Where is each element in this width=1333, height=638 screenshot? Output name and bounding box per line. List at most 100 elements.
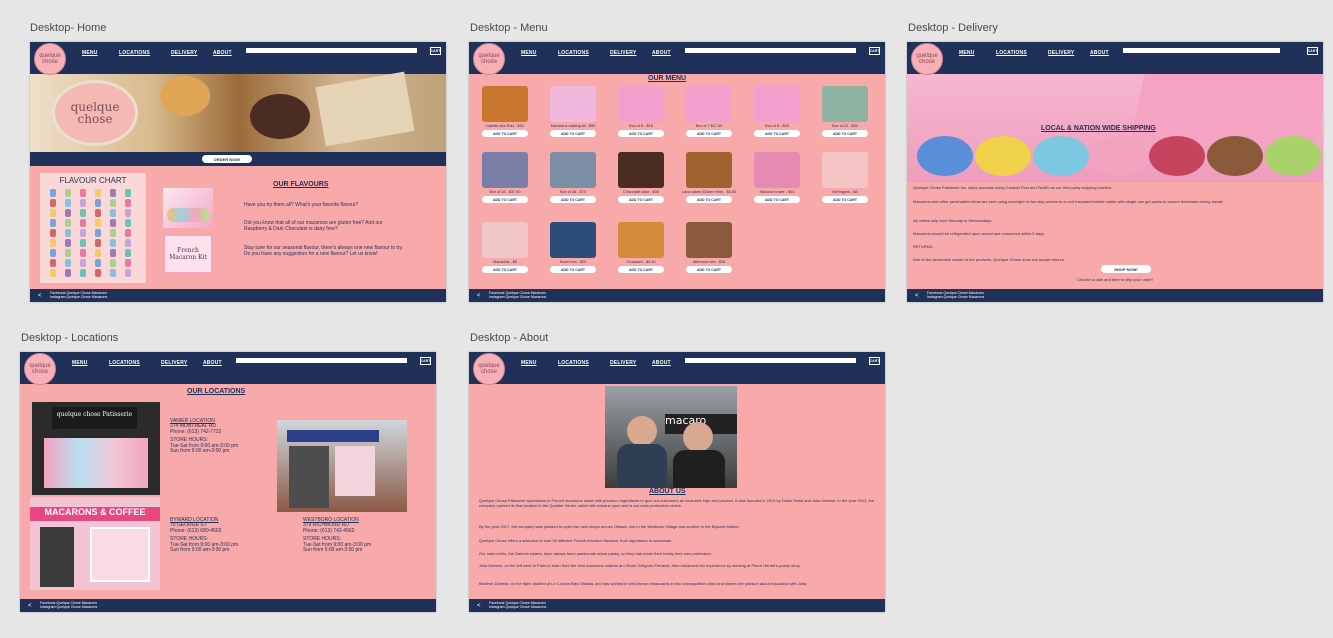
logo[interactable]: quelque chose	[473, 43, 505, 75]
cart-button[interactable]: CART	[869, 47, 880, 55]
product-image[interactable]	[822, 152, 868, 188]
product-image[interactable]	[754, 152, 800, 188]
logo[interactable]: quelque chose	[34, 43, 66, 75]
order-now-button[interactable]: ORDER NOW!	[202, 155, 252, 163]
nav-delivery[interactable]: DELIVERY	[610, 50, 636, 56]
product-card[interactable]: Lava cakes (Gluten free) - $5.50 ADD TO C…	[679, 152, 739, 203]
add-to-cart-button[interactable]: ADD TO CART	[754, 196, 800, 203]
product-image[interactable]	[482, 152, 528, 188]
nav-delivery[interactable]: DELIVERY	[610, 360, 636, 366]
nav-locations[interactable]: LOCATIONS	[558, 50, 589, 56]
logo[interactable]: quelque chose	[24, 353, 56, 385]
product-card[interactable]: Afternoon tea - $36 ADD TO CART	[679, 222, 739, 273]
share-icon[interactable]: <	[38, 293, 42, 299]
artboard-about[interactable]: quelque chose MENU LOCATIONS DELIVERY AB…	[469, 352, 885, 612]
artboard-locations[interactable]: quelque chose MENU LOCATIONS DELIVERY AB…	[20, 352, 436, 612]
search-input[interactable]	[685, 48, 856, 53]
add-to-cart-button[interactable]: ADD TO CART	[482, 130, 528, 137]
add-to-cart-button[interactable]: ADD TO CART	[686, 196, 732, 203]
nav-menu[interactable]: MENU	[72, 360, 88, 366]
product-card[interactable]: Kusmi tea - $20 ADD TO CART	[543, 222, 603, 273]
product-card[interactable]: Box of 12 - $30 ADD TO CART	[815, 86, 875, 137]
product-card[interactable]: Box of 7 $17.50 ADD TO CART	[679, 86, 739, 137]
logo[interactable]: quelque chose	[911, 43, 943, 75]
search-input[interactable]	[246, 48, 417, 53]
add-to-cart-button[interactable]: ADD TO CART	[618, 196, 664, 203]
product-card[interactable]: Croissant - $3.40 ADD TO CART	[611, 222, 671, 273]
nav-locations[interactable]: LOCATIONS	[996, 50, 1027, 56]
nav-about[interactable]: ABOUT	[213, 50, 232, 56]
product-card[interactable]: Macarinis - $5 ADD TO CART	[475, 222, 535, 273]
add-to-cart-button[interactable]: ADD TO CART	[618, 266, 664, 273]
nav-locations[interactable]: LOCATIONS	[558, 360, 589, 366]
nav-menu[interactable]: MENU	[521, 50, 537, 56]
share-icon[interactable]: <	[28, 603, 32, 609]
nav-about[interactable]: ABOUT	[203, 360, 222, 366]
logo[interactable]: quelque chose	[473, 353, 505, 385]
add-to-cart-button[interactable]: ADD TO CART	[822, 196, 868, 203]
artboard-menu[interactable]: quelque chose MENU LOCATIONS DELIVERY AB…	[469, 42, 885, 302]
artboard-title-about[interactable]: Desktop - About	[470, 332, 548, 344]
add-to-cart-button[interactable]: ADD TO CART	[482, 196, 528, 203]
product-image[interactable]	[618, 86, 664, 122]
cart-button[interactable]: CART	[1307, 47, 1318, 55]
add-to-cart-button[interactable]: ADD TO CART	[550, 130, 596, 137]
nav-delivery[interactable]: DELIVERY	[161, 360, 187, 366]
artboard-delivery[interactable]: quelque chose MENU LOCATIONS DELIVERY AB…	[907, 42, 1323, 302]
add-to-cart-button[interactable]: ADD TO CART	[822, 130, 868, 137]
product-image[interactable]	[686, 222, 732, 258]
product-card[interactable]: Meringues - $5 ADD TO CART	[815, 152, 875, 203]
footer-instagram[interactable]: Instagram Quelque Chose Macarons	[489, 295, 546, 299]
product-card[interactable]: Box of 28 - $70 ADD TO CART	[543, 152, 603, 203]
product-image[interactable]	[550, 152, 596, 188]
product-image[interactable]	[550, 86, 596, 122]
search-input[interactable]	[1123, 48, 1280, 53]
share-icon[interactable]: <	[477, 293, 481, 299]
product-card[interactable]: Box of 15 - $37.50 ADD TO CART	[475, 152, 535, 203]
product-image[interactable]	[618, 152, 664, 188]
product-image[interactable]	[618, 222, 664, 258]
shop-now-button[interactable]: SHOP NOW!	[1101, 265, 1151, 273]
nav-locations[interactable]: LOCATIONS	[119, 50, 150, 56]
product-image[interactable]	[482, 86, 528, 122]
product-card[interactable]: Chocolate cake - $35 ADD TO CART	[611, 152, 671, 203]
add-to-cart-button[interactable]: ADD TO CART	[754, 130, 800, 137]
artboard-title-home[interactable]: Desktop- Home	[30, 22, 106, 34]
add-to-cart-button[interactable]: ADD TO CART	[686, 130, 732, 137]
product-card[interactable]: Macarons making kit - $59 ADD TO CART	[543, 86, 603, 137]
search-input[interactable]	[236, 358, 407, 363]
footer-instagram[interactable]: Instagram Quelque Chose Macarons	[489, 605, 546, 609]
nav-about[interactable]: ABOUT	[1090, 50, 1109, 56]
nav-locations[interactable]: LOCATIONS	[109, 360, 140, 366]
product-card[interactable]: Box of 8 - $20 ADD TO CART	[747, 86, 807, 137]
artboard-home[interactable]: quelque chose MENU LOCATIONS DELIVERY AB…	[30, 42, 446, 302]
product-image[interactable]	[550, 222, 596, 258]
cart-button[interactable]: CART	[869, 357, 880, 365]
nav-about[interactable]: ABOUT	[652, 50, 671, 56]
artboard-title-delivery[interactable]: Desktop - Delivery	[908, 22, 998, 34]
nav-menu[interactable]: MENU	[82, 50, 98, 56]
nav-delivery[interactable]: DELIVERY	[1048, 50, 1074, 56]
add-to-cart-button[interactable]: ADD TO CART	[482, 266, 528, 273]
product-card[interactable]: Macaron tower - $44 ADD TO CART	[747, 152, 807, 203]
nav-delivery[interactable]: DELIVERY	[171, 50, 197, 56]
product-image[interactable]	[482, 222, 528, 258]
add-to-cart-button[interactable]: ADD TO CART	[686, 266, 732, 273]
product-image[interactable]	[822, 86, 868, 122]
product-card[interactable]: Box of 6 - $15 ADD TO CART	[611, 86, 671, 137]
share-icon[interactable]: <	[477, 603, 481, 609]
artboard-title-menu[interactable]: Desktop - Menu	[470, 22, 548, 34]
product-image[interactable]	[686, 86, 732, 122]
footer-instagram[interactable]: Instagram Quelque Chose Macarons	[50, 295, 107, 299]
footer-instagram[interactable]: Instagram Quelque Chose Macarons	[927, 295, 984, 299]
add-to-cart-button[interactable]: ADD TO CART	[550, 196, 596, 203]
nav-about[interactable]: ABOUT	[652, 360, 671, 366]
product-image[interactable]	[686, 152, 732, 188]
cart-button[interactable]: CART	[420, 357, 431, 365]
footer-instagram[interactable]: Instagram Quelque Chose Macarons	[40, 605, 97, 609]
add-to-cart-button[interactable]: ADD TO CART	[550, 266, 596, 273]
nav-menu[interactable]: MENU	[959, 50, 975, 56]
artboard-title-locations[interactable]: Desktop - Locations	[21, 332, 118, 344]
product-image[interactable]	[754, 86, 800, 122]
add-to-cart-button[interactable]: ADD TO CART	[618, 130, 664, 137]
